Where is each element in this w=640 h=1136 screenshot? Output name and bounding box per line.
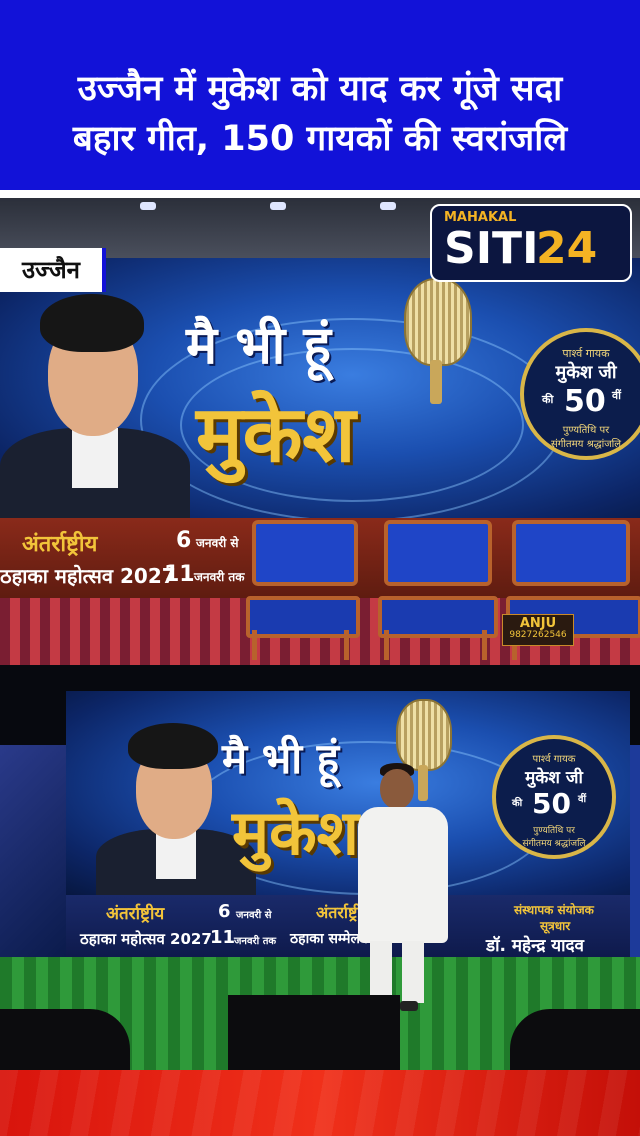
chair [246,520,364,660]
headline-line-2: बहार गीत, 150 गायकों की स्वरांजलि [72,119,568,159]
stage-backdrop-banner: मै भी हूं मुकेश पार्श्व गायक मुकेश जी की… [66,691,630,899]
side-panel-left [0,745,66,965]
location-tag: उज्जैन [0,248,106,292]
divider [0,190,640,198]
stage-speaker [228,995,400,1070]
anniversary-badge: पार्श्व गायक मुकेश जी की 50 वीं पुण्यतिथ… [520,328,640,460]
stage-speaker [0,1009,130,1070]
event-info-strip: अंतर्राष्ट्रीय ठहाका महोत्सव 2027 6 जनवर… [66,895,630,957]
side-panel-right [630,745,640,965]
stage-backdrop-banner: मै भी हूं मुकेश पार्श्व गायक मुकेश जी की… [0,258,640,523]
banner-title-line-1: मै भी हूं [222,734,340,783]
banner-title-line-1: मै भी हूं [186,316,331,376]
top-photo: मै भी हूं मुकेश पार्श्व गायक मुकेश जी की… [0,198,640,665]
stage-sign: ANJU 9827262546 [502,614,574,646]
channel-logo: MAHAKAL SITI 24 [430,204,632,282]
headline-text: उज्जैन में मुकेश को याद कर गूंजे सदा बहा… [14,64,626,164]
singer-portrait [0,278,190,523]
anniversary-badge: पार्श्व गायक मुकेश जी की 50 वीं पुण्यतिथ… [492,735,616,859]
performer [354,763,454,1013]
banner-title-line-2: मुकेश [232,796,359,869]
logo-text-part-1: SITI [444,223,539,274]
microphone-icon [398,278,478,408]
headline-banner: उज्जैन में मुकेश को याद कर गूंजे सदा बहा… [0,0,640,190]
logo-text-part-2: 24 [536,223,598,274]
headline-line-1: उज्जैन में मुकेश को याद कर गूंजे सदा [77,69,563,109]
footer-pattern [0,1070,640,1136]
bottom-photo: मै भी हूं मुकेश पार्श्व गायक मुकेश जी की… [0,665,640,1070]
chair [378,520,500,660]
stage-speaker [510,1009,640,1070]
banner-title-line-2: मुकेश [196,390,356,480]
footer-bar [0,1070,640,1136]
